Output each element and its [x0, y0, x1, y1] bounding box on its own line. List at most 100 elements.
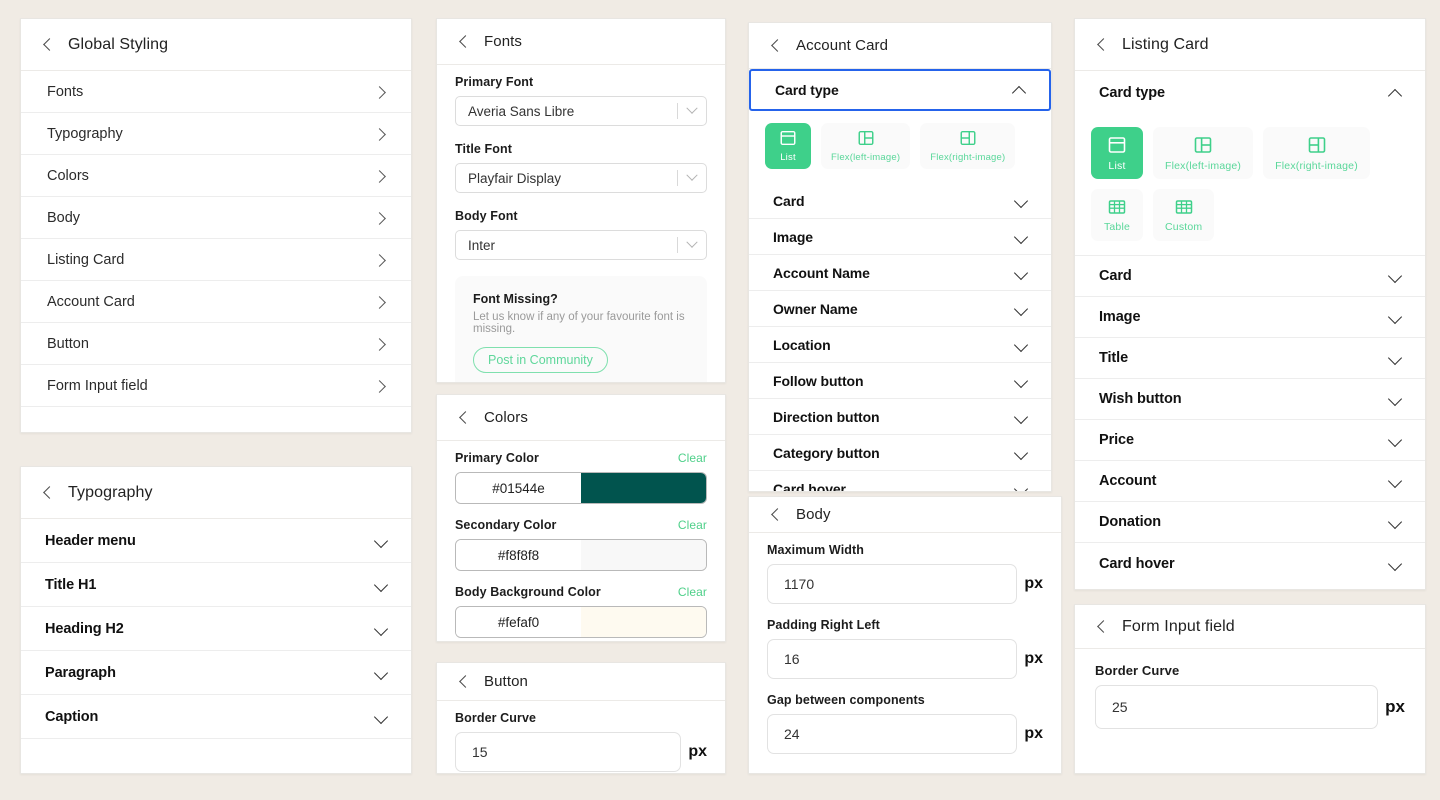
color-swatch[interactable] [581, 473, 706, 503]
sidebar-item-colors[interactable]: Colors [21, 155, 411, 197]
title-font-field: Title Font Playfair Display [437, 128, 725, 195]
sidebar-item-typography[interactable]: Typography [21, 113, 411, 155]
card-type-option-flex-left-image[interactable]: Flex(left-image) [1153, 127, 1254, 179]
chevron-down-icon [678, 102, 706, 115]
accordion-heading-h2[interactable]: Heading H2 [21, 607, 411, 651]
sidebar-item-account-card[interactable]: Account Card [21, 281, 411, 323]
accordion-image[interactable]: Image [1075, 297, 1425, 338]
chevron-down-icon [1013, 303, 1029, 315]
nav-label: Form Input field [47, 377, 148, 394]
font-missing-subtitle: Let us know if any of your favourite fon… [473, 311, 685, 335]
sidebar-item-listing-card[interactable]: Listing Card [21, 239, 411, 281]
accordion-card[interactable]: Card [749, 183, 1051, 219]
back-chevron-icon[interactable] [459, 673, 470, 691]
field-label: Gap between components [767, 693, 925, 707]
back-chevron-icon[interactable] [771, 506, 782, 524]
accordion-label: Card [773, 192, 805, 209]
card-type-option-flex-right-image[interactable]: Flex(right-image) [920, 123, 1016, 169]
account-card-sections: Card Image Account Name Owner Name Locat… [749, 183, 1051, 492]
maximum-width-field: Maximum Width 1170 px [749, 533, 1061, 606]
panel-fonts: Fonts Primary Font Averia Sans Libre Tit… [436, 18, 726, 383]
accordion-label: Title H1 [45, 576, 97, 593]
sidebar-item-fonts[interactable]: Fonts [21, 71, 411, 113]
panel-title: Colors [484, 409, 528, 426]
color-swatch[interactable] [581, 540, 706, 570]
accordion-card-hover[interactable]: Card hover [1075, 543, 1425, 584]
clear-primary-color-link[interactable]: Clear [678, 451, 707, 465]
accordion-card[interactable]: Card [1075, 256, 1425, 297]
accordion-owner-name[interactable]: Owner Name [749, 291, 1051, 327]
accordion-direction-button[interactable]: Direction button [749, 399, 1051, 435]
accordion-paragraph[interactable]: Paragraph [21, 651, 411, 695]
field-label-row: Primary Color Clear [455, 451, 707, 465]
chevron-down-icon [1013, 339, 1029, 351]
border-curve-input[interactable]: 15 [455, 732, 682, 772]
back-chevron-icon[interactable] [1097, 36, 1108, 54]
sidebar-item-body[interactable]: Body [21, 197, 411, 239]
accordion-title-h1[interactable]: Title H1 [21, 563, 411, 607]
accordion-card-hover[interactable]: Card hover [749, 471, 1051, 492]
primary-color-picker[interactable]: #01544e [455, 472, 707, 504]
accordion-location[interactable]: Location [749, 327, 1051, 363]
card-type-option-list[interactable]: List [1091, 127, 1143, 179]
accordion-donation[interactable]: Donation [1075, 502, 1425, 543]
body-background-color-picker[interactable]: #fefaf0 [455, 606, 707, 638]
accordion-follow-button[interactable]: Follow button [749, 363, 1051, 399]
card-type-option-custom[interactable]: Custom [1153, 189, 1215, 241]
button-border-curve-field: Border Curve 15 px [437, 701, 725, 773]
chevron-down-icon [373, 535, 389, 547]
accordion-account[interactable]: Account [1075, 461, 1425, 502]
account-card-type-options: List Flex(left-image) Flex(right-image) [749, 111, 1051, 183]
maximum-width-input[interactable]: 1170 [767, 564, 1018, 604]
back-chevron-icon[interactable] [771, 37, 782, 55]
accordion-price[interactable]: Price [1075, 420, 1425, 461]
accordion-category-button[interactable]: Category button [749, 435, 1051, 471]
body-font-select[interactable]: Inter [455, 230, 707, 260]
select-value: Playfair Display [468, 170, 562, 186]
accordion-card-type[interactable]: Card type [1075, 71, 1425, 115]
accordion-label: Wish button [1099, 391, 1182, 407]
back-chevron-icon[interactable] [1097, 618, 1108, 636]
back-chevron-icon[interactable] [459, 409, 470, 427]
clear-secondary-color-link[interactable]: Clear [678, 518, 707, 532]
chevron-right-icon [373, 379, 387, 393]
gap-between-components-input[interactable]: 24 [767, 714, 1018, 754]
global-styling-header: Global Styling [21, 19, 411, 71]
secondary-color-picker[interactable]: #f8f8f8 [455, 539, 707, 571]
accordion-label: Card hover [773, 481, 846, 492]
accordion-header-menu[interactable]: Header menu [21, 519, 411, 563]
accordion-image[interactable]: Image [749, 219, 1051, 255]
sidebar-item-button[interactable]: Button [21, 323, 411, 365]
accordion-label: Title [1099, 350, 1129, 366]
padding-right-left-input[interactable]: 16 [767, 639, 1018, 679]
back-chevron-icon[interactable] [43, 36, 54, 54]
card-type-option-flex-right-image[interactable]: Flex(right-image) [1263, 127, 1370, 179]
field-label: Maximum Width [767, 543, 865, 557]
border-curve-row: 25 px [1095, 685, 1405, 729]
card-type-option-table[interactable]: Table [1091, 189, 1143, 241]
account-card-header: Account Card [749, 23, 1051, 69]
chevron-down-icon [1013, 195, 1029, 207]
title-font-select[interactable]: Playfair Display [455, 163, 707, 193]
accordion-wish-button[interactable]: Wish button [1075, 379, 1425, 420]
body-background-color-field: Body Background Color Clear #fefaf0 [437, 573, 725, 640]
primary-font-select[interactable]: Averia Sans Libre [455, 96, 707, 126]
clear-body-background-color-link[interactable]: Clear [678, 585, 707, 599]
unit-label: px [1385, 697, 1405, 716]
back-chevron-icon[interactable] [43, 484, 54, 502]
border-curve-input[interactable]: 25 [1095, 685, 1379, 729]
accordion-card-type[interactable]: Card type [749, 69, 1051, 111]
back-chevron-icon[interactable] [459, 33, 470, 51]
listing-card-header: Listing Card [1075, 19, 1425, 71]
card-type-option-flex-left-image[interactable]: Flex(left-image) [821, 123, 911, 169]
card-type-option-list[interactable]: List [765, 123, 811, 169]
accordion-label: Heading H2 [45, 620, 124, 637]
accordion-account-name[interactable]: Account Name [749, 255, 1051, 291]
sidebar-item-form-input-field[interactable]: Form Input field [21, 365, 411, 407]
accordion-title[interactable]: Title [1075, 338, 1425, 379]
field-label: Border Curve [455, 711, 537, 725]
color-swatch[interactable] [581, 607, 706, 637]
post-in-community-button[interactable]: Post in Community [473, 347, 608, 373]
screen-root: Global Styling Fonts Typography Colors B… [0, 0, 1440, 800]
accordion-caption[interactable]: Caption [21, 695, 411, 739]
